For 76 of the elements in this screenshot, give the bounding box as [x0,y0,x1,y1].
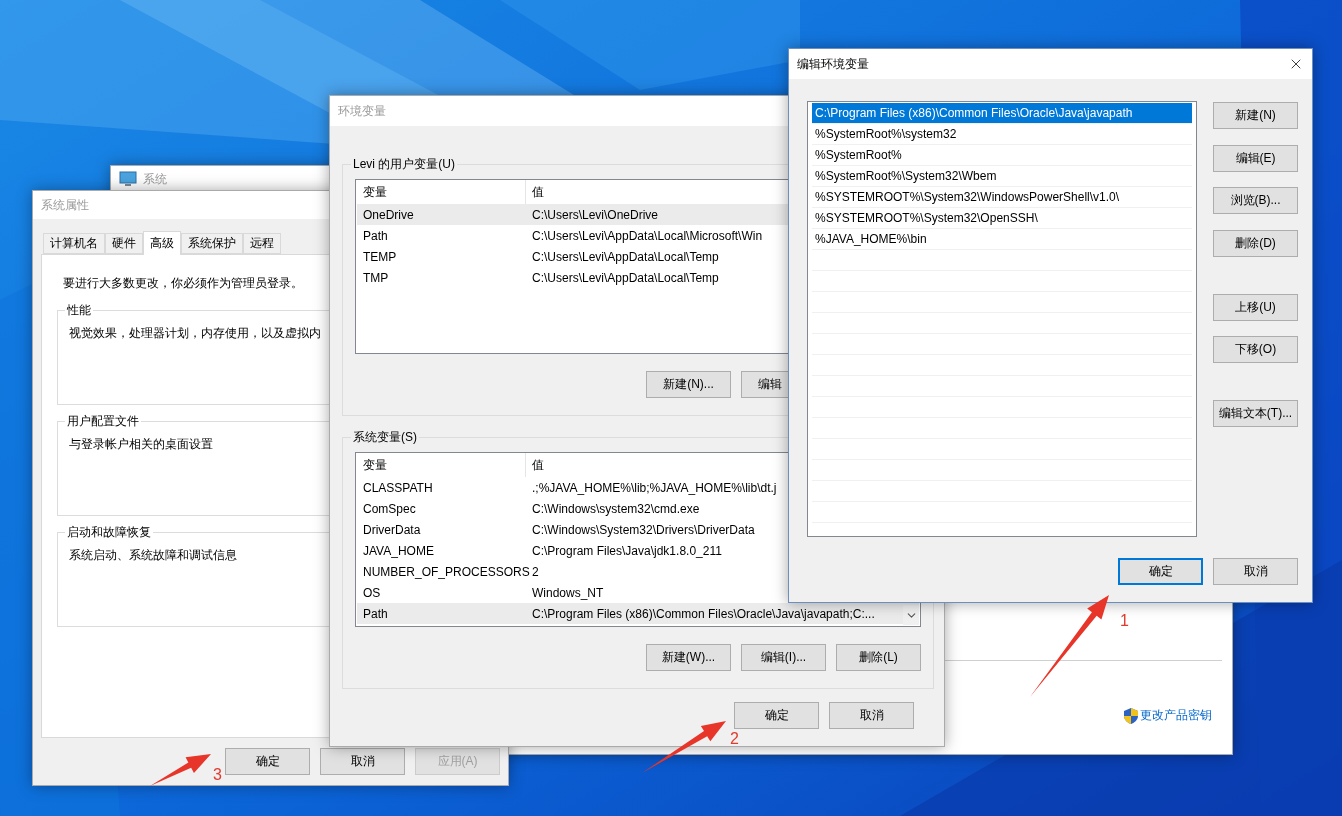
annotation-number: 3 [213,766,222,784]
column-header: 值 [531,184,544,201]
dialog-button[interactable]: 取消 [320,748,405,775]
table-cell-text: OS [362,585,381,600]
dialog-button[interactable]: 删除(L) [836,644,921,671]
dialog-button[interactable]: 编辑文本(T)... [1213,400,1298,427]
window-title: 环境变量 [338,102,386,120]
group-description: 与登录帐户相关的桌面设置 [69,437,213,451]
annotation-arrow [150,754,211,786]
table-cell-text: Windows_NT [531,585,604,600]
table-cell-text: C:\Users\Levi\AppData\Local\Microsoft\Win [531,228,763,243]
dialog-button[interactable]: 确定 [734,702,819,729]
table-cell-text: OneDrive [362,207,414,222]
column-header: 值 [531,457,544,474]
table-cell-text: C:\Program Files (x86)\Common Files\Oracle\Java\javapath;C:... [531,606,875,621]
scroll-down-icon[interactable] [903,605,919,625]
group-description: 视觉效果，处理器计划，内存使用，以及虚拟内 [69,326,321,340]
group-label: 启动和故障恢复 [66,524,152,541]
list-item[interactable]: %JAVA_HOME%\bin [812,229,1192,250]
window-title: 系统属性 [41,196,89,214]
group-label: Levi 的用户变量(U) [352,156,456,173]
dialog-button[interactable]: 浏览(B)... [1213,187,1298,214]
list-item[interactable]: %SystemRoot% [812,145,1192,166]
table-cell-text: JAVA_HOME [362,543,434,558]
tab[interactable]: 系统保护 [181,233,243,254]
annotation-number: 1 [1120,612,1129,630]
dialog-button[interactable]: 新建(N)... [646,371,731,398]
table-cell-text: ComSpec [362,501,416,516]
dialog-button[interactable]: 取消 [829,702,914,729]
dialog-button[interactable]: 新建(W)... [646,644,731,671]
group-description: 系统启动、系统故障和调试信息 [69,548,237,562]
dialog-button[interactable]: 确定 [1118,558,1203,585]
change-product-key-link[interactable]: 更改产品密钥 [1140,707,1212,724]
group-label: 用户配置文件 [66,413,140,430]
dialog-button[interactable]: 编辑(E) [1213,144,1298,172]
table-cell-text: TMP [362,270,389,285]
column-header: 变量 [357,453,526,477]
window-title: 编辑环境变量 [797,55,869,73]
table-cell-text: CLASSPATH [362,480,433,495]
dialog-button[interactable]: 取消 [1213,558,1298,585]
annotation-number: 2 [730,730,739,748]
monitor-icon [119,171,137,187]
table-cell-text: C:\Program Files\Java\jdk1.8.0_211 [531,543,722,558]
table-cell-text: C:\Users\Levi\OneDrive [531,207,659,222]
list-item[interactable]: %SYSTEMROOT%\System32\WindowsPowerShell\v1.0\ [812,187,1192,208]
list-item[interactable]: %SystemRoot%\system32 [812,124,1192,145]
tab[interactable]: 高级 [143,231,181,255]
table-cell-text: .;%JAVA_HOME%\lib;%JAVA_HOME%\lib\dt.j [531,480,777,495]
dialog-button[interactable]: 确定 [225,748,310,775]
dialog-button[interactable]: 编辑(I)... [741,644,826,671]
table-cell-text: C:\Windows\system32\cmd.exe [531,501,700,516]
table-cell-text: Path [362,606,388,621]
tab[interactable]: 硬件 [105,233,143,254]
table-cell-text: TEMP [362,249,397,264]
list-item[interactable]: C:\Program Files (x86)\Common Files\Oracle\Java\javapath [812,103,1192,124]
table-cell-text: 2 [531,564,539,579]
shield-icon [1124,707,1138,724]
tab[interactable]: 计算机名 [43,233,105,254]
dialog-button[interactable]: 上移(U) [1213,293,1298,321]
table-row[interactable]: Path C:\Program Files (x86)\Common Files\Oracle\Java\javapath;C:... [357,603,919,624]
table-cell-text: C:\Windows\System32\Drivers\DriverData [531,522,755,537]
dialog-button[interactable]: 新建(N) [1213,102,1298,129]
group-label: 系统变量(S) [352,429,418,446]
dialog-button[interactable]: 下移(O) [1213,336,1298,363]
tab[interactable]: 远程 [243,233,281,254]
table-cell-text: NUMBER_OF_PROCESSORS [362,564,530,579]
admin-notice: 要进行大多数更改，你必须作为管理员登录。 [63,275,303,292]
table-cell-text: C:\Users\Levi\AppData\Local\Temp [531,249,719,264]
list-item[interactable]: %SystemRoot%\System32\Wbem [812,166,1192,187]
dialog-button[interactable]: 删除(D) [1213,229,1298,257]
list-item[interactable]: %SYSTEMROOT%\System32\OpenSSH\ [812,208,1192,229]
table-cell-text: Path [362,228,388,243]
table-cell-text: DriverData [362,522,421,537]
window-title: 系统 [143,170,167,188]
group-label: 性能 [66,302,92,319]
table-cell-text: C:\Users\Levi\AppData\Local\Temp [531,270,719,285]
